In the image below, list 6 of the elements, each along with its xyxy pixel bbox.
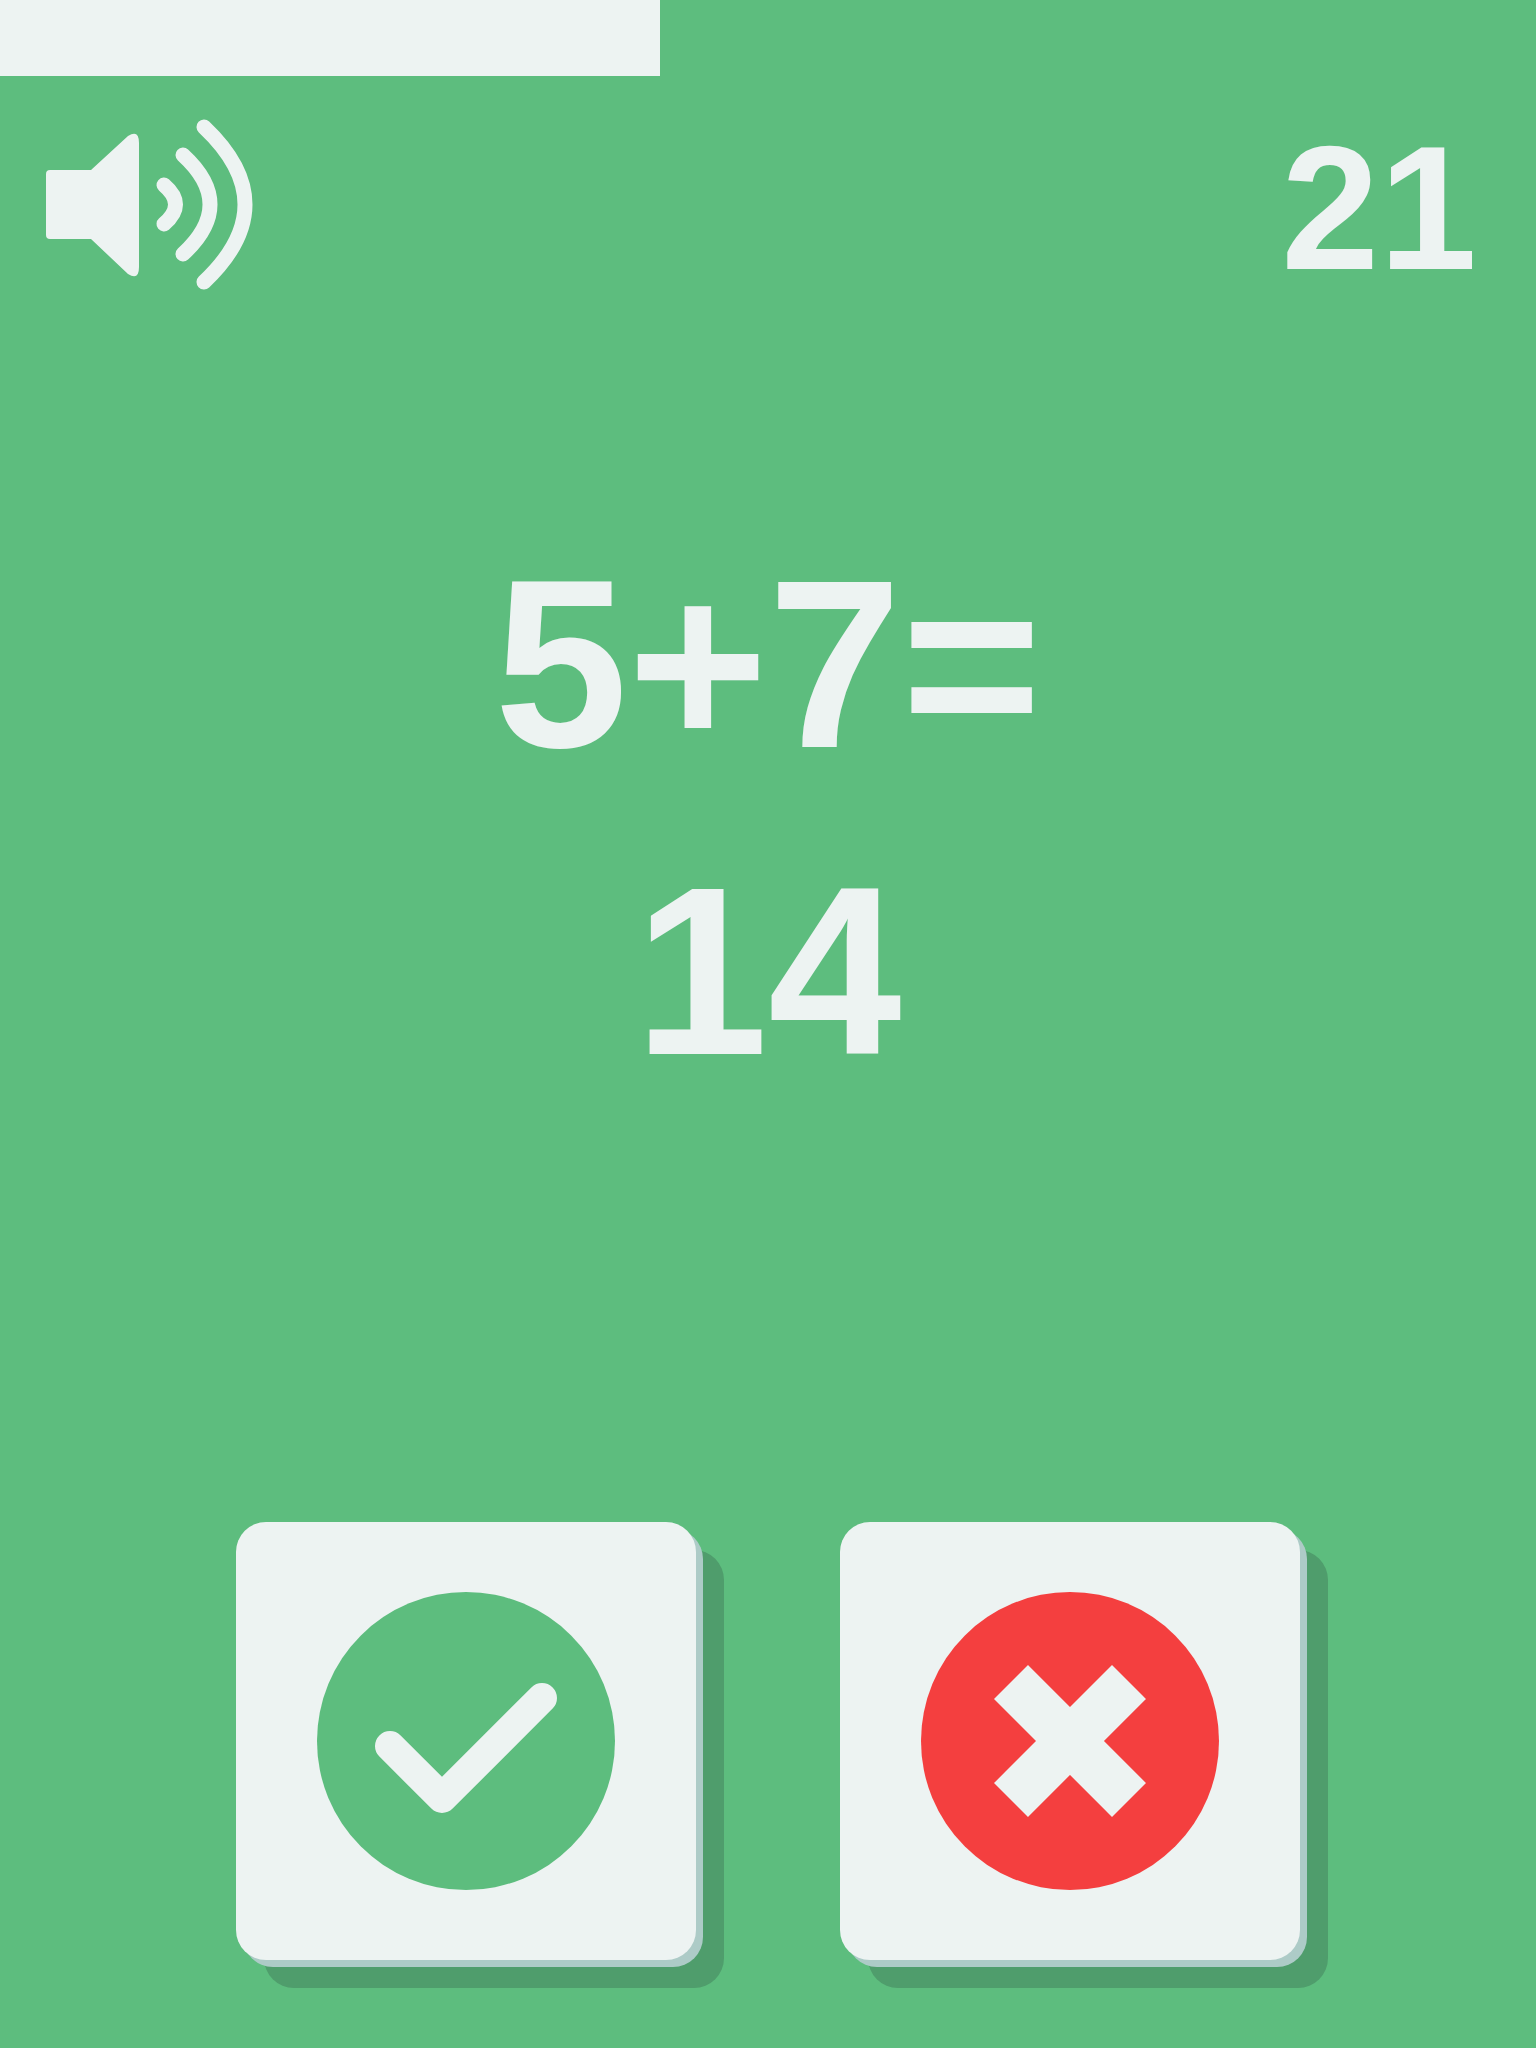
cross-circle-icon	[921, 1592, 1219, 1890]
equation: 5+7=	[494, 544, 1042, 784]
speaker-icon[interactable]	[46, 117, 254, 291]
proposed-answer: 14	[634, 851, 902, 1091]
score: 21	[1281, 120, 1477, 296]
check-circle-icon	[317, 1592, 615, 1890]
